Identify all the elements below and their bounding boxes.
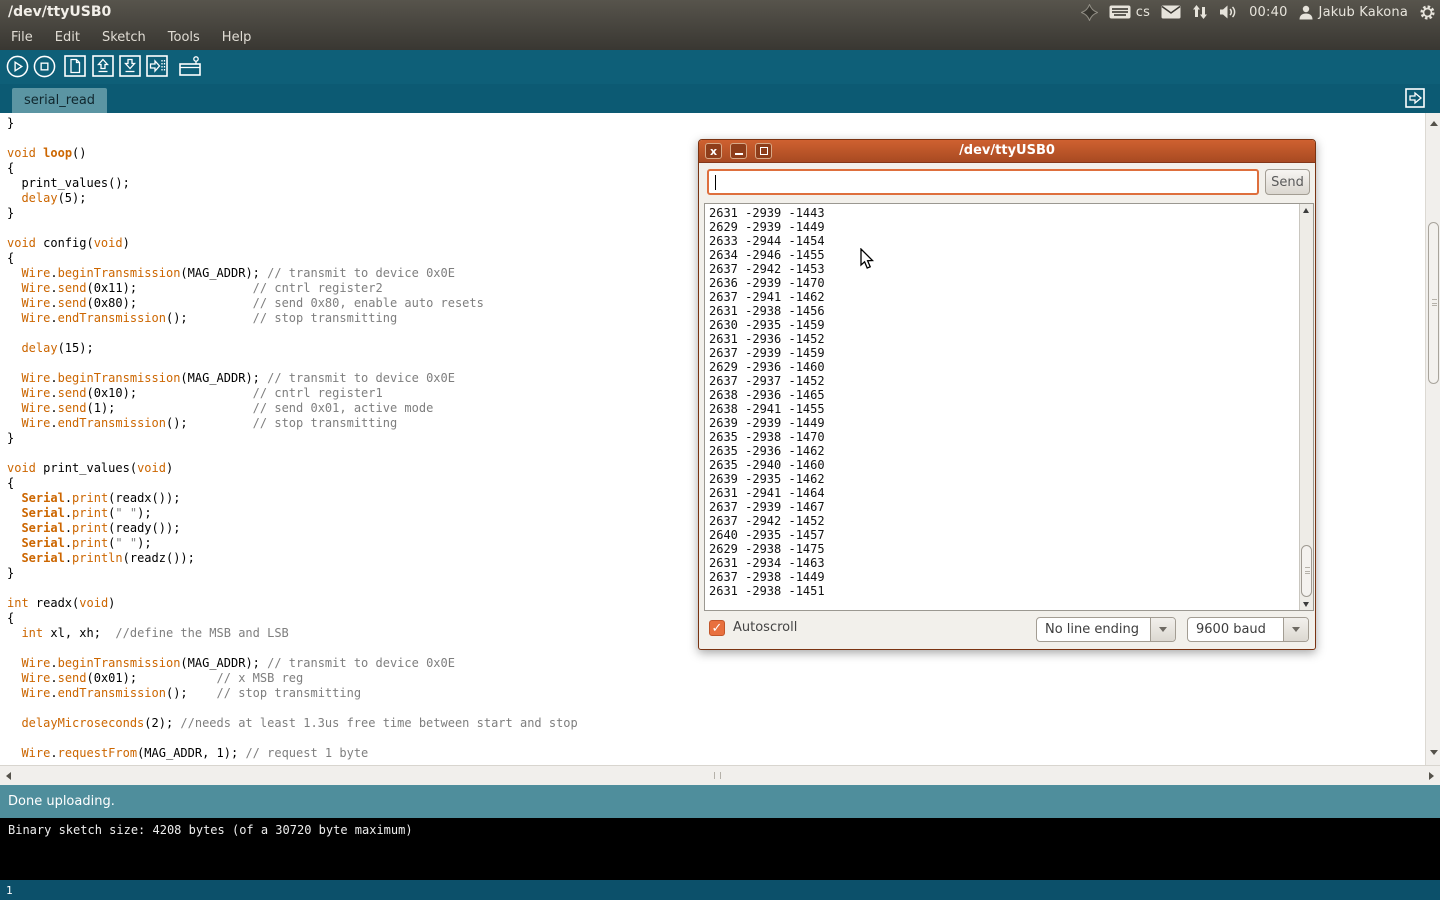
send-button[interactable]: Send: [1265, 169, 1310, 195]
line-ending-value: No line ending: [1037, 618, 1150, 641]
code-text: } void loop() { print_values(); delay(5)…: [7, 116, 578, 761]
tab-label: serial_read: [24, 93, 95, 108]
editor-scrollbar-thumb[interactable]: [1428, 222, 1439, 384]
chevron-down-icon: [1159, 627, 1167, 632]
menu-item-sketch[interactable]: Sketch: [91, 26, 157, 49]
clock-label[interactable]: 00:40: [1249, 5, 1287, 20]
menubar: FileEditSketchToolsHelp: [0, 24, 262, 50]
stop-icon: [33, 55, 56, 78]
new-sketch-button[interactable]: [64, 55, 86, 79]
network-sync-icon[interactable]: [1192, 4, 1208, 20]
upload-button[interactable]: [146, 55, 168, 79]
build-console: Binary sketch size: 4208 bytes (of a 307…: [0, 818, 1440, 880]
menu-item-edit[interactable]: Edit: [44, 26, 91, 49]
footer-line-indicator: 1: [0, 880, 1440, 900]
keyboard-layout-icon[interactable]: cs: [1109, 5, 1150, 20]
line-ending-dropdown[interactable]: No line ending: [1036, 617, 1176, 642]
serial-monitor-controls: ✓ Autoscroll No line ending 9600 baud: [699, 617, 1315, 644]
serial-monitor-window: x /dev/ttyUSB0 Send 2631 -2939 -1443 262…: [698, 139, 1316, 650]
console-text: Binary sketch size: 4208 bytes (of a 307…: [8, 823, 413, 837]
keyboard-layout-label: cs: [1136, 5, 1150, 20]
save-button[interactable]: [119, 55, 141, 79]
user-name-label: Jakub Kakona: [1319, 5, 1408, 20]
screen: /dev/ttyUSB0 cs 00:40 Jakub Kakona: [0, 0, 1440, 900]
line-number-label: 1: [6, 884, 13, 897]
new-file-icon: [64, 55, 86, 77]
scrollbar-grip: [714, 772, 721, 779]
toolbar: [0, 50, 1440, 84]
serial-scrollbar[interactable]: [1299, 204, 1313, 610]
arrow-down-icon: [119, 55, 141, 77]
status-message: Done uploading.: [8, 794, 115, 809]
checkmark-icon: ✓: [712, 621, 723, 636]
user-menu[interactable]: Jakub Kakona: [1299, 5, 1408, 20]
menu-item-file[interactable]: File: [0, 26, 44, 49]
serial-monitor-title: /dev/ttyUSB0: [699, 143, 1315, 158]
panel-window-title: /dev/ttyUSB0: [0, 4, 111, 20]
mail-icon[interactable]: [1161, 5, 1181, 19]
dropdown-arrow-button[interactable]: [1283, 618, 1308, 641]
serial-output-text: 2631 -2939 -1443 2629 -2939 -1449 2633 -…: [709, 206, 825, 598]
menu-item-tools[interactable]: Tools: [157, 26, 211, 49]
text-caret: [715, 175, 716, 190]
serial-monitor-button[interactable]: [177, 55, 203, 79]
tab-serial-read[interactable]: serial_read: [12, 88, 107, 113]
baud-rate-dropdown[interactable]: 9600 baud: [1187, 617, 1309, 642]
editor-vertical-scrollbar[interactable]: [1425, 113, 1440, 765]
scroll-up-arrow-icon[interactable]: [1303, 208, 1309, 213]
autoscroll-label: Autoscroll: [733, 620, 797, 635]
stop-button[interactable]: [33, 55, 56, 79]
play-icon: [6, 55, 29, 78]
indicator-icon[interactable]: [1081, 4, 1098, 21]
dropdown-arrow-button[interactable]: [1150, 618, 1175, 641]
scroll-down-arrow-icon[interactable]: [1430, 750, 1438, 755]
scroll-down-arrow-icon[interactable]: [1303, 602, 1309, 607]
volume-icon[interactable]: [1219, 4, 1238, 20]
arrow-right-icon: [146, 55, 168, 77]
serial-scrollbar-thumb[interactable]: [1301, 545, 1312, 597]
editor-horizontal-scrollbar[interactable]: [0, 765, 1440, 785]
scrollbar-grip: [1305, 567, 1310, 574]
serial-input-field[interactable]: [707, 169, 1259, 195]
autoscroll-checkbox[interactable]: ✓: [709, 620, 725, 636]
arrow-up-icon: [92, 55, 114, 77]
serial-monitor-titlebar[interactable]: x /dev/ttyUSB0: [699, 140, 1315, 163]
serial-output-area[interactable]: 2631 -2939 -1443 2629 -2939 -1449 2633 -…: [704, 203, 1314, 611]
open-button[interactable]: [92, 55, 114, 79]
top-panel: /dev/ttyUSB0 cs 00:40 Jakub Kakona: [0, 0, 1440, 24]
status-bar: Done uploading.: [0, 785, 1440, 818]
scroll-up-arrow-icon[interactable]: [1430, 121, 1438, 126]
scroll-right-arrow-icon[interactable]: [1429, 772, 1434, 780]
baud-rate-value: 9600 baud: [1188, 618, 1283, 641]
session-gear-icon[interactable]: [1419, 4, 1436, 21]
tab-bar: serial_read: [0, 84, 1440, 113]
serial-monitor-icon: [177, 55, 203, 79]
send-button-label: Send: [1271, 175, 1304, 190]
scroll-left-arrow-icon[interactable]: [6, 772, 11, 780]
mouse-cursor: [860, 248, 875, 274]
system-tray: cs 00:40 Jakub Kakona: [1081, 0, 1436, 24]
scrollbar-grip: [1432, 299, 1437, 306]
menu-item-help[interactable]: Help: [211, 26, 263, 49]
tab-menu-button[interactable]: [1405, 88, 1425, 108]
chevron-down-icon: [1292, 627, 1300, 632]
verify-button[interactable]: [6, 55, 29, 79]
